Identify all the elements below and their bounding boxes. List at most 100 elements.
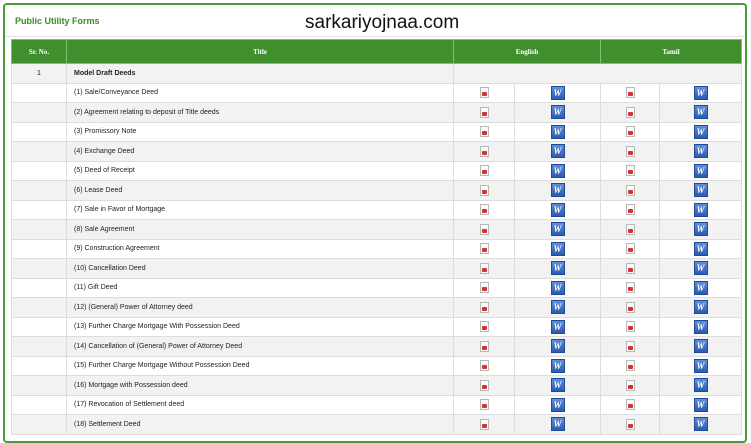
pdf-file-icon[interactable] [625,145,635,157]
word-document-icon[interactable]: W [693,358,708,373]
pdf-file-icon[interactable] [479,418,489,430]
pdf-file-icon[interactable] [479,106,489,118]
word-document-icon[interactable]: W [693,261,708,276]
row-title: (9) Construction Agreement [66,238,454,259]
row-tamil-word-cell: W [659,102,743,123]
pdf-file-icon[interactable] [479,282,489,294]
row-tamil-pdf-cell [600,336,661,357]
row-tamil-pdf-cell [600,277,661,298]
pdf-file-icon[interactable] [625,87,635,99]
row-sr-cell [11,82,67,103]
pdf-file-icon[interactable] [625,282,635,294]
word-document-icon[interactable]: W [693,222,708,237]
word-document-icon[interactable]: W [693,241,708,256]
word-document-icon[interactable]: W [693,417,708,432]
word-document-icon[interactable]: W [693,300,708,315]
row-tamil-word-cell: W [659,316,743,337]
pdf-file-icon[interactable] [479,165,489,177]
word-document-icon[interactable]: W [550,280,565,295]
pdf-file-icon[interactable] [625,126,635,138]
table-row: (5) Deed of Receipt W W [11,160,743,181]
table-row: (3) Promissory Note W W [11,121,743,142]
pdf-file-icon[interactable] [625,321,635,333]
row-tamil-word-cell: W [659,141,743,162]
pdf-file-icon[interactable] [625,262,635,274]
row-title: (2) Agreement relating to deposit of Tit… [66,102,454,123]
word-document-icon[interactable]: W [550,300,565,315]
pdf-file-icon[interactable] [479,360,489,372]
word-document-icon[interactable]: W [550,417,565,432]
panel-divider [5,36,745,37]
row-english-pdf-cell [453,375,515,396]
pdf-file-icon[interactable] [625,106,635,118]
row-tamil-pdf-cell [600,394,661,415]
word-document-icon[interactable]: W [693,378,708,393]
pdf-file-icon[interactable] [625,243,635,255]
word-document-icon[interactable]: W [550,183,565,198]
group-title: Model Draft Deeds [66,63,454,84]
word-document-icon[interactable]: W [693,144,708,159]
word-document-icon[interactable]: W [693,163,708,178]
pdf-file-icon[interactable] [625,360,635,372]
pdf-file-icon[interactable] [625,223,635,235]
pdf-file-icon[interactable] [479,262,489,274]
row-tamil-pdf-cell [600,297,661,318]
pdf-file-icon[interactable] [479,340,489,352]
row-title: (18) Settlement Deed [66,414,454,435]
word-document-icon[interactable]: W [550,319,565,334]
pdf-file-icon[interactable] [625,165,635,177]
pdf-file-icon[interactable] [479,379,489,391]
pdf-file-icon[interactable] [625,340,635,352]
word-document-icon[interactable]: W [693,105,708,120]
row-tamil-pdf-cell [600,102,661,123]
table-row: (15) Further Charge Mortgage Without Pos… [11,355,743,376]
word-document-icon[interactable]: W [550,144,565,159]
word-document-icon[interactable]: W [550,378,565,393]
word-document-icon[interactable]: W [550,339,565,354]
row-tamil-pdf-cell [600,180,661,201]
word-document-icon[interactable]: W [550,222,565,237]
word-document-icon[interactable]: W [693,183,708,198]
row-tamil-word-cell: W [659,160,743,181]
pdf-file-icon[interactable] [479,243,489,255]
word-document-icon[interactable]: W [550,124,565,139]
pdf-file-icon[interactable] [625,418,635,430]
row-title: (16) Mortgage with Possession deed [66,375,454,396]
pdf-file-icon[interactable] [625,379,635,391]
word-document-icon[interactable]: W [550,241,565,256]
word-document-icon[interactable]: W [550,397,565,412]
word-document-icon[interactable]: W [693,339,708,354]
word-document-icon[interactable]: W [693,85,708,100]
word-document-icon[interactable]: W [550,105,565,120]
word-document-icon[interactable]: W [693,319,708,334]
pdf-file-icon[interactable] [479,223,489,235]
word-document-icon[interactable]: W [550,163,565,178]
row-title: (5) Deed of Receipt [66,160,454,181]
row-english-word-cell: W [513,102,602,123]
row-english-word-cell: W [513,82,602,103]
word-document-icon[interactable]: W [550,85,565,100]
pdf-file-icon[interactable] [479,126,489,138]
pdf-file-icon[interactable] [625,184,635,196]
pdf-file-icon[interactable] [625,204,635,216]
word-document-icon[interactable]: W [693,124,708,139]
row-english-word-cell: W [513,316,602,337]
pdf-file-icon[interactable] [479,399,489,411]
pdf-file-icon[interactable] [479,301,489,313]
pdf-file-icon[interactable] [625,399,635,411]
word-document-icon[interactable]: W [550,261,565,276]
row-sr-cell [11,199,67,220]
pdf-file-icon[interactable] [479,87,489,99]
row-title: (4) Exchange Deed [66,141,454,162]
pdf-file-icon[interactable] [625,301,635,313]
word-document-icon[interactable]: W [550,358,565,373]
pdf-file-icon[interactable] [479,204,489,216]
word-document-icon[interactable]: W [550,202,565,217]
pdf-file-icon[interactable] [479,145,489,157]
row-sr-cell [11,219,67,240]
pdf-file-icon[interactable] [479,184,489,196]
pdf-file-icon[interactable] [479,321,489,333]
word-document-icon[interactable]: W [693,280,708,295]
word-document-icon[interactable]: W [693,202,708,217]
word-document-icon[interactable]: W [693,397,708,412]
